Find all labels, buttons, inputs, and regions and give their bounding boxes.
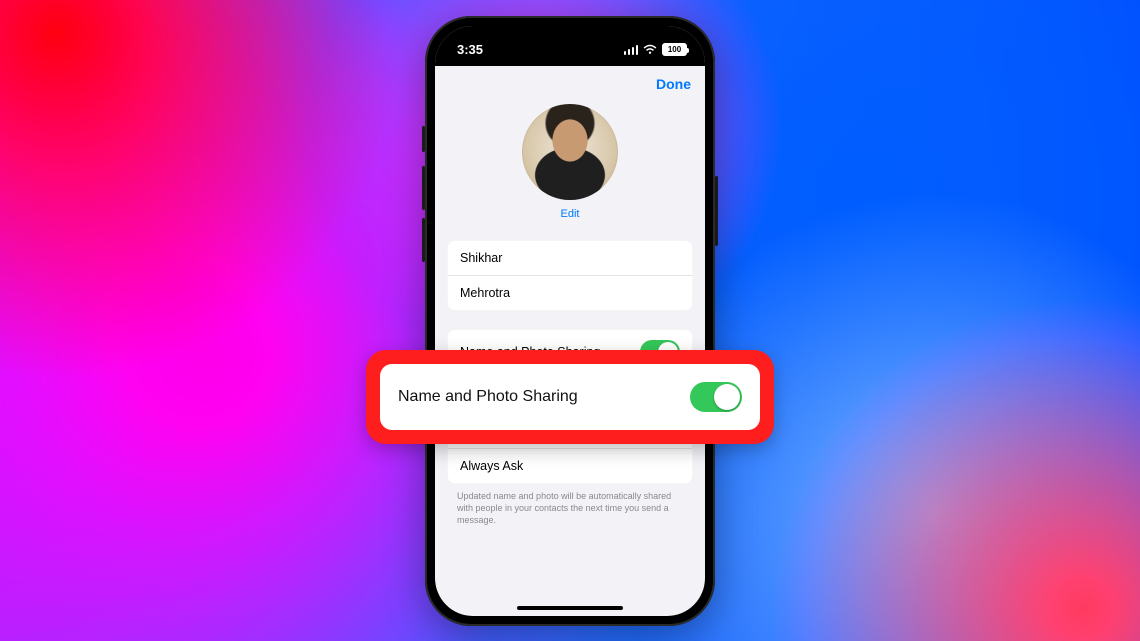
highlight-row[interactable]: Name and Photo Sharing (380, 364, 760, 430)
last-name-field[interactable] (460, 286, 680, 300)
wifi-icon (643, 44, 657, 55)
mute-switch (422, 126, 425, 152)
home-indicator[interactable] (517, 606, 623, 610)
status-icons: 100 (624, 43, 688, 56)
iphone-frame: 3:35 100 Done Edit (425, 16, 715, 626)
status-time: 3:35 (457, 42, 483, 57)
profile-header: Edit (435, 102, 705, 230)
avatar[interactable] (522, 104, 618, 200)
battery-level: 100 (668, 45, 681, 54)
option-always-ask-label: Always Ask (460, 459, 523, 473)
volume-up-button (422, 166, 425, 210)
notch (510, 26, 630, 50)
first-name-row[interactable] (448, 241, 692, 275)
battery-icon: 100 (662, 43, 687, 56)
highlight-toggle[interactable] (690, 382, 742, 412)
name-group (447, 240, 693, 311)
highlight-callout: Name and Photo Sharing (366, 350, 774, 444)
nav-bar: Done (435, 66, 705, 102)
done-button[interactable]: Done (656, 76, 691, 92)
last-name-row[interactable] (448, 275, 692, 310)
sharing-footer-note: Updated name and photo will be automatic… (457, 490, 683, 526)
option-always-ask[interactable]: Always Ask (448, 448, 692, 483)
power-button (715, 176, 718, 246)
highlight-label: Name and Photo Sharing (398, 388, 578, 406)
volume-down-button (422, 218, 425, 262)
phone-screen: 3:35 100 Done Edit (435, 26, 705, 616)
cellular-icon (624, 44, 639, 55)
first-name-field[interactable] (460, 251, 680, 265)
edit-photo-button[interactable]: Edit (561, 208, 580, 220)
